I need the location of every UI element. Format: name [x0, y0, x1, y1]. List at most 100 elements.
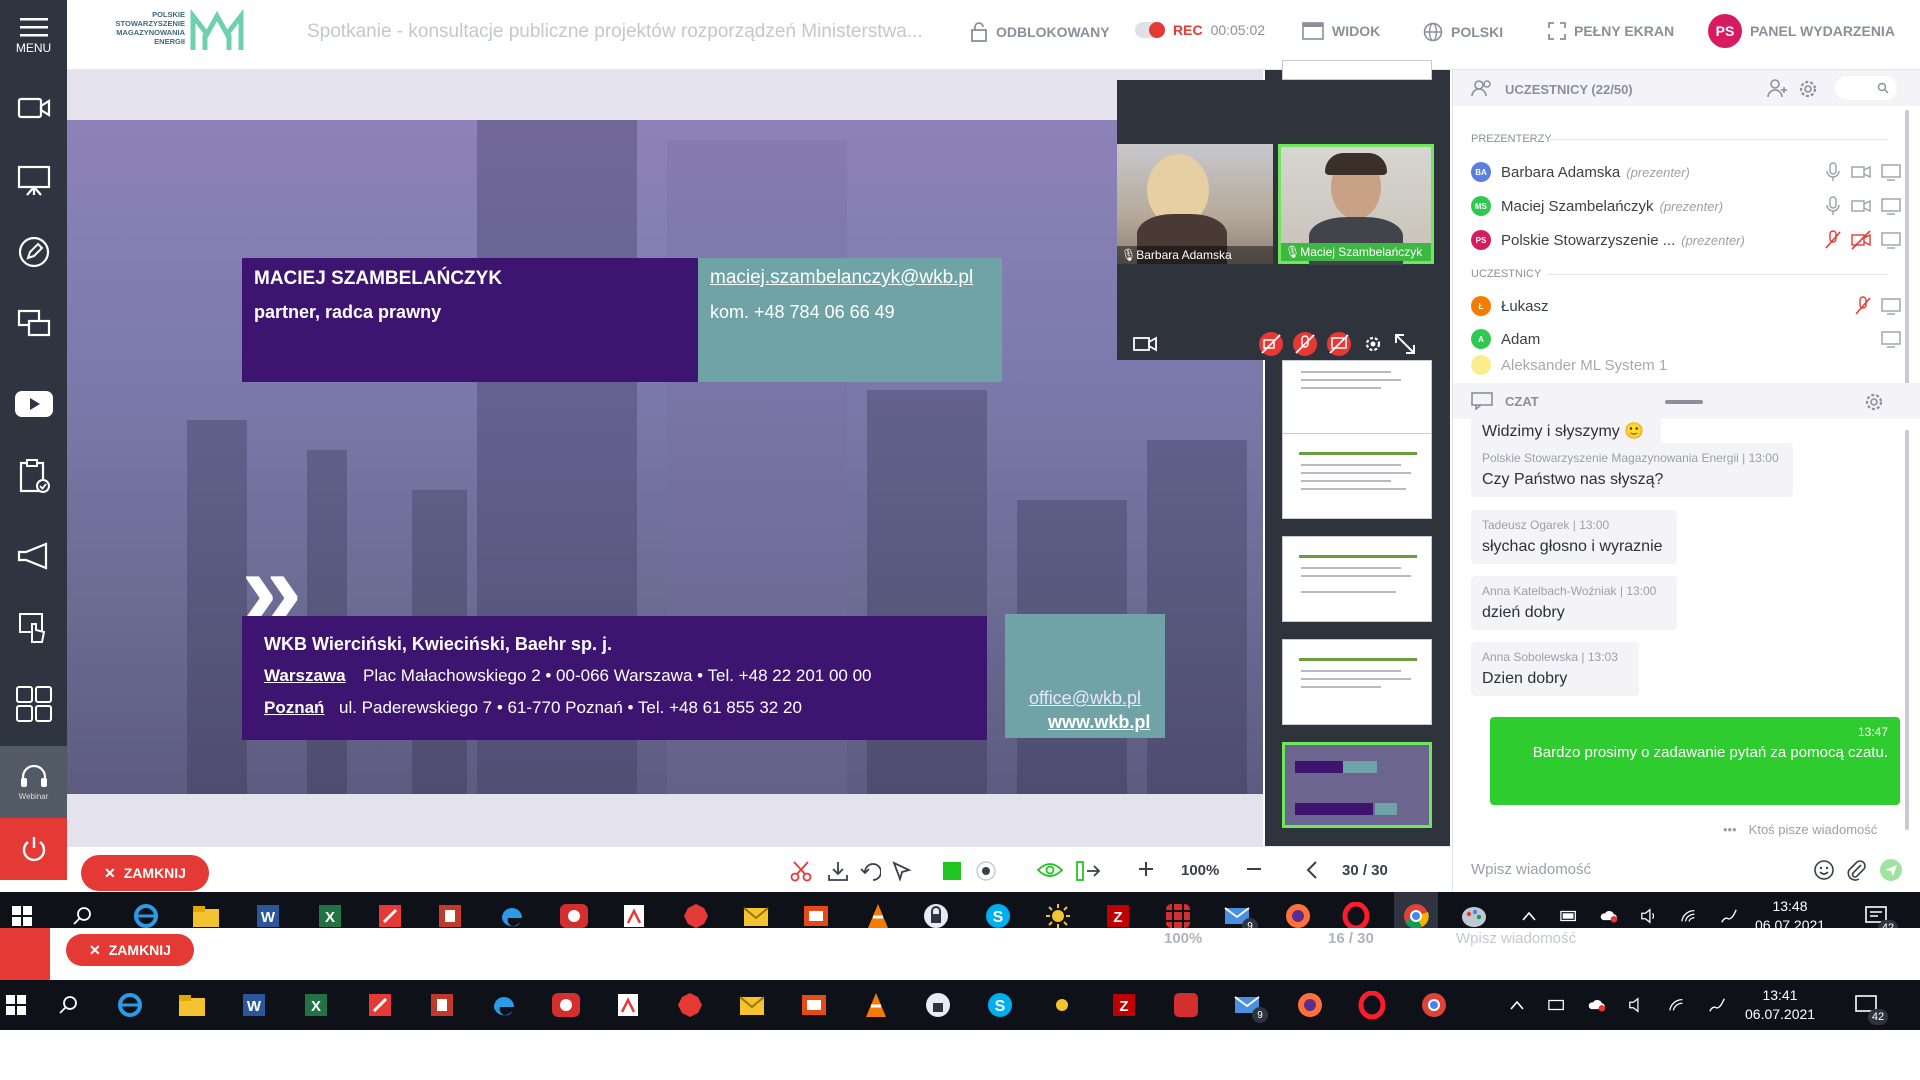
tray-expand-icon[interactable]: [1520, 908, 1538, 924]
sidebar-item-presentation[interactable]: [0, 144, 67, 216]
clear-drawing-button[interactable]: [789, 860, 813, 882]
camera-icon[interactable]: [1851, 162, 1871, 182]
screen-icon[interactable]: [1881, 329, 1901, 349]
pen-icon[interactable]: [1720, 908, 1738, 924]
wifi-icon[interactable]: [1680, 908, 1698, 924]
city-warszawa: Warszawa: [264, 666, 346, 685]
gear-icon[interactable]: [1863, 391, 1885, 413]
sidebar-item-tests[interactable]: [0, 440, 67, 512]
video-camera-icon: [1133, 336, 1157, 352]
volume-icon[interactable]: [1640, 908, 1658, 924]
chat-message-meta: Polskie Stowarzyszenie Magazynowania Ene…: [1482, 451, 1779, 465]
participant-row[interactable]: PS Polskie Stowarzyszenie ... (prezenter…: [1471, 226, 1901, 254]
participant-row[interactable]: MS Maciej Szambelańczyk (prezenter): [1471, 192, 1901, 220]
previous-page-button[interactable]: [1305, 860, 1319, 880]
attachment-icon[interactable]: [1845, 859, 1867, 881]
filezilla-icon: Z: [1108, 989, 1140, 1021]
power-button[interactable]: [0, 818, 67, 880]
chat-resize-handle[interactable]: [1665, 400, 1703, 404]
screen-icon[interactable]: [1881, 230, 1901, 250]
screen-icon[interactable]: [1881, 296, 1901, 316]
chat-scrollbar[interactable]: [1905, 430, 1909, 830]
sidebar-item-whiteboard[interactable]: [0, 216, 67, 288]
add-user-icon[interactable]: [1767, 78, 1789, 98]
chat-input[interactable]: Wpisz wiadomość: [1471, 861, 1591, 878]
screen-off-button[interactable]: [1325, 330, 1353, 358]
color-picker-button[interactable]: [943, 862, 961, 880]
zoom-in-button[interactable]: [1137, 860, 1155, 878]
svg-text:Z: Z: [1119, 998, 1128, 1015]
view-button[interactable]: WIDOK: [1302, 22, 1380, 40]
gear-icon: [1365, 336, 1381, 352]
fullscreen-button[interactable]: PEŁNY EKRAN: [1548, 22, 1674, 40]
visibility-button[interactable]: [1037, 860, 1063, 880]
camera-toggle-button[interactable]: [1131, 330, 1159, 358]
pointer-tool-button[interactable]: [891, 860, 913, 882]
event-panel-button[interactable]: PS PANEL WYDARZENIA: [1708, 14, 1895, 48]
microphone-icon[interactable]: [1825, 196, 1841, 216]
recording-control[interactable]: REC 00:05:02: [1135, 22, 1265, 38]
website-link[interactable]: www.wkb.pl: [1048, 712, 1150, 733]
microphone-off-icon[interactable]: [1855, 296, 1871, 316]
participant-row[interactable]: Aleksander ML System 1: [1471, 355, 1901, 375]
lock-status[interactable]: ODBLOKOWANY: [970, 22, 1110, 42]
mic-off-button[interactable]: [1291, 330, 1319, 358]
sidebar-item-screen-share[interactable]: [0, 288, 67, 360]
microphone-off-icon[interactable]: [1825, 230, 1841, 250]
menu-button[interactable]: MENU: [0, 0, 67, 72]
slide-thumbnail[interactable]: [1282, 536, 1432, 622]
pen-size-button[interactable]: [975, 860, 997, 882]
screen-icon[interactable]: [1881, 196, 1901, 216]
participant-row[interactable]: Ł Łukasz: [1471, 292, 1901, 320]
office-email-link[interactable]: office@wkb.pl: [1029, 688, 1141, 709]
right-panel: UCZESTNICY (22/50) PREZENTERZY BA Barbar…: [1452, 70, 1920, 850]
speaker-email-link[interactable]: maciej.szambelanczyk@wkb.pl: [710, 267, 973, 289]
send-icon[interactable]: [1879, 858, 1903, 882]
participants-search[interactable]: [1835, 76, 1897, 100]
camera-off-button[interactable]: [1257, 330, 1285, 358]
zoom-out-button[interactable]: [1245, 860, 1263, 878]
follow-presenter-button[interactable]: [1075, 860, 1101, 882]
emoji-icon[interactable]: [1813, 859, 1835, 881]
onedrive-error-icon[interactable]: [1600, 908, 1618, 924]
microphone-icon: 🎙: [1121, 248, 1137, 262]
camera-icon[interactable]: [1851, 196, 1871, 216]
language-button[interactable]: POLSKI: [1423, 22, 1503, 42]
screen-icon[interactable]: [1881, 162, 1901, 182]
organization-logo: POLSKIE STOWARZYSZENIE MAGAZYNOWANIA ENE…: [105, 8, 245, 58]
participants-scrollbar[interactable]: [1905, 110, 1909, 400]
video-expand-button[interactable]: [1391, 330, 1419, 358]
slide-thumbnail[interactable]: [1282, 60, 1432, 80]
sidebar-item-layouts[interactable]: [0, 668, 67, 740]
download-button[interactable]: [827, 860, 849, 882]
rec-toggle[interactable]: [1135, 22, 1165, 38]
screen-share-icon: [17, 309, 50, 337]
slide-thumbnail-active[interactable]: [1282, 742, 1432, 828]
participant-row[interactable]: BA Barbara Adamska (prezenter): [1471, 158, 1901, 186]
slide-thumbnail[interactable]: [1282, 433, 1432, 519]
slide-thumbnail[interactable]: [1282, 639, 1432, 725]
svg-text:S: S: [995, 998, 1006, 1015]
video-tile-barbara[interactable]: 🎙Barbara Adamska: [1117, 144, 1273, 264]
microphone-icon[interactable]: [1825, 162, 1841, 182]
video-tile-maciej[interactable]: 🎙Maciej Szambelańczyk: [1278, 144, 1434, 265]
expand-icon: [1395, 334, 1415, 354]
dot-icon: [976, 861, 996, 881]
microphone-icon: 🎙: [1285, 245, 1301, 259]
svg-text:X: X: [325, 909, 335, 926]
participant-row[interactable]: A Adam: [1471, 325, 1901, 353]
battery-icon[interactable]: [1560, 908, 1578, 924]
sidebar-item-webinar[interactable]: Webinar: [0, 746, 67, 818]
sidebar-item-youtube[interactable]: [0, 368, 67, 440]
close-button[interactable]: ✕ ZAMKNIJ: [81, 855, 209, 891]
chat-title: CZAT: [1505, 394, 1539, 409]
camera-off-icon[interactable]: [1851, 230, 1871, 250]
gear-icon[interactable]: [1797, 78, 1819, 100]
attendees-section-label: UCZESTNICY: [1471, 268, 1542, 280]
sidebar-item-announcements[interactable]: [0, 520, 67, 592]
video-settings-button[interactable]: [1359, 330, 1387, 358]
undo-button[interactable]: [859, 860, 881, 882]
ghost-clock-time: 13:41: [1762, 987, 1798, 1003]
sidebar-item-interaction[interactable]: [0, 594, 67, 666]
sidebar-item-camera[interactable]: [0, 72, 67, 144]
